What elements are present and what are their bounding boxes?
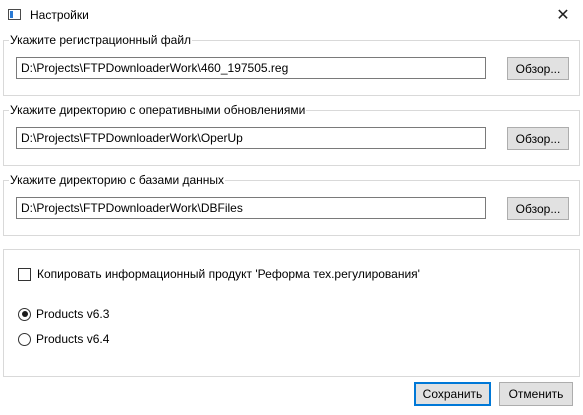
databases-browse-button[interactable]: Обзор... [507,197,569,220]
registration-label: Укажите регистрационный файл [9,33,193,47]
copy-product-checkbox[interactable] [18,267,31,281]
window-title: Настройки [30,8,89,22]
radio-label-v64: Products v6.4 [36,332,110,346]
updates-label: Укажите директорию с оперативными обновл… [9,103,307,117]
window-icon [8,9,21,20]
copy-product-label: Копировать информационный продукт 'Рефор… [37,267,420,281]
registration-browse-button[interactable]: Обзор... [507,57,569,80]
radio-option-v63[interactable]: Products v6.3 [18,307,109,321]
registration-path-input[interactable] [16,57,486,79]
cancel-button[interactable]: Отменить [499,382,573,406]
databases-path-input[interactable] [16,197,486,219]
updates-browse-button[interactable]: Обзор... [507,127,569,150]
radio-button-v63[interactable] [18,307,31,321]
databases-label: Укажите директорию с базами данных [9,173,226,187]
save-button[interactable]: Сохранить [414,382,491,406]
updates-path-input[interactable] [16,127,486,149]
title-bar: Настройки ✕ [0,0,583,31]
radio-label-v63: Products v6.3 [36,307,110,321]
close-button[interactable]: ✕ [551,4,575,26]
copy-product-checkbox-row[interactable]: Копировать информационный продукт 'Рефор… [18,267,420,281]
radio-option-v64[interactable]: Products v6.4 [18,332,109,346]
radio-button-v64[interactable] [18,332,31,346]
